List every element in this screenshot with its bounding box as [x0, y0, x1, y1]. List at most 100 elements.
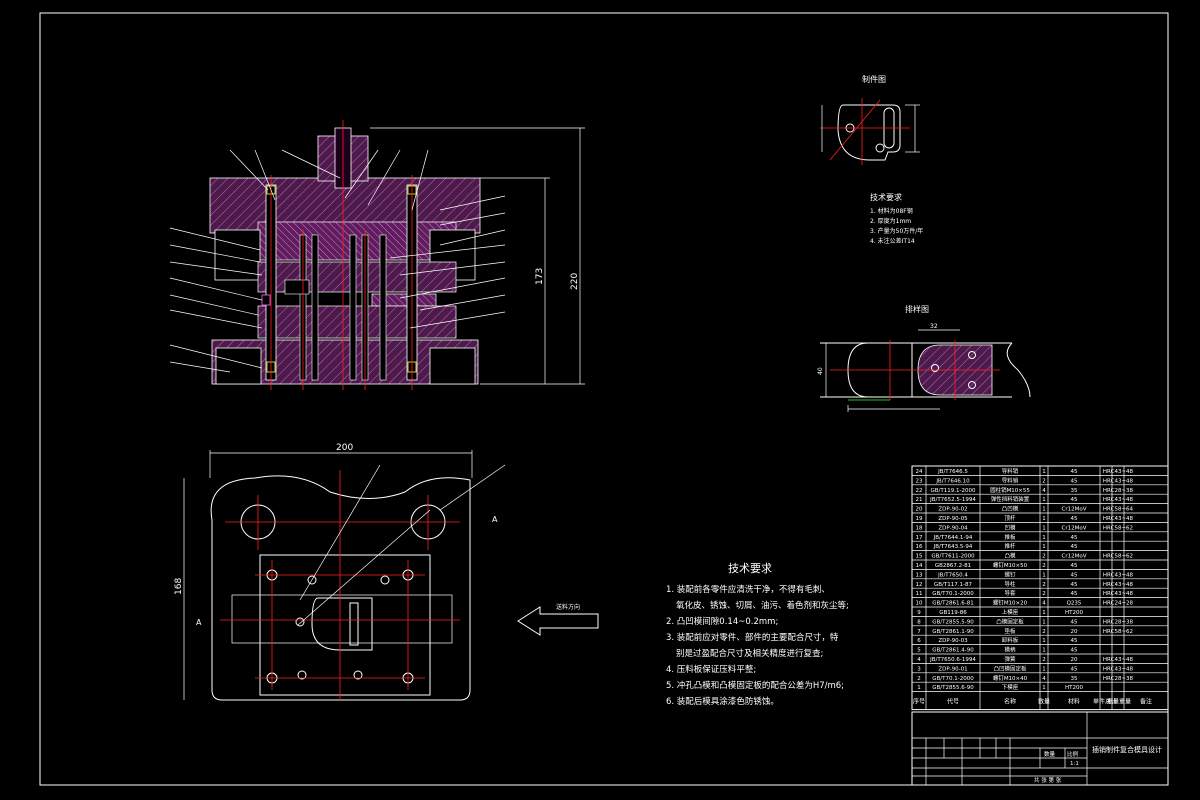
bom-cell: GB2867.2-81 [935, 563, 971, 569]
bom-cell: GB/T2855.6-90 [932, 685, 974, 691]
bom-cell: ZDP-90-03 [938, 638, 968, 644]
small-tech-item: 4. 未注公差IT14 [870, 237, 915, 245]
bom-cell: 4 [1042, 601, 1046, 607]
bom-cell: 45 [1071, 619, 1078, 625]
bom-cell: 2 [917, 676, 921, 682]
bom-cell: HRC28~38 [1103, 619, 1134, 625]
bom-cell: GB/T2861.1-90 [932, 629, 974, 635]
bom-cell: 1 [1042, 572, 1046, 578]
bom-cell: 45 [1071, 638, 1078, 644]
small-tech-item: 3. 产量为50万件/年 [870, 227, 923, 235]
bom-cell: GB/T2855.5-90 [932, 619, 974, 625]
bom-cell: 1 [1042, 469, 1046, 475]
bom-cell: GB119-86 [939, 610, 967, 616]
bom-cell: 1 [1042, 619, 1046, 625]
bom-cell: 顶杆 [1004, 514, 1016, 522]
bom-cell: 1 [1042, 648, 1046, 654]
bom-cell: 17 [916, 535, 923, 541]
bom-cell: 1 [1042, 666, 1046, 672]
bom-header-cell: 代号 [947, 698, 959, 706]
bom-cell: 10 [916, 601, 923, 607]
svg-text:A: A [492, 515, 498, 524]
workpiece-title: 制件图 [862, 74, 886, 84]
bom-cell: 螺钉M10×50 [993, 561, 1028, 569]
bom-cell: 凸凹模 [1002, 505, 1019, 513]
workpiece-drawing: 制件图 [820, 74, 920, 165]
bom-cell: 4 [1042, 488, 1046, 494]
bom-cell: Cr12MoV [1062, 507, 1087, 513]
bom-cell: 模柄 [1004, 646, 1016, 654]
bom-cell: 18 [916, 525, 923, 531]
bom-cell: 弹性挡料销装置 [991, 495, 1030, 503]
layout-title: 排样图 [905, 304, 929, 314]
bom-cell: 推杆 [1004, 542, 1016, 550]
tech-item: 2. 凸凹模间隙0.14~0.2mm; [666, 616, 778, 627]
die-plan-view: 200 168 A A [174, 443, 506, 701]
bom-cell: 凸凹模固定板 [993, 664, 1027, 672]
bom-cell: JB/T7646.5 [937, 469, 968, 475]
bom-cell: 45 [1071, 666, 1078, 672]
bom-cell: 45 [1071, 535, 1078, 541]
bom-cell: 13 [916, 572, 923, 578]
tech-item: 1. 装配前各零件应清洗干净，不得有毛刺、 [666, 584, 830, 595]
bom-cell: 23 [916, 478, 923, 484]
dim-closed-height: 173 [535, 268, 545, 285]
bom-cell: 5 [917, 648, 921, 654]
bom-cell: 45 [1071, 544, 1078, 550]
bom-cell: 弹簧 [1004, 655, 1016, 663]
bom-cell: 2 [1042, 591, 1046, 597]
bom-cell: 2 [1042, 629, 1046, 635]
bom-cell: 3 [917, 666, 921, 672]
bom-cell: Cr12MoV [1062, 525, 1087, 531]
tech-title: 技术要求 [728, 562, 772, 575]
bom-cell: HRC43~48 [1103, 666, 1134, 672]
bom-cell: 螺钉M10×20 [993, 599, 1028, 607]
tech-requirements: 技术要求 1. 装配前各零件应清洗干净，不得有毛刺、 氧化皮、锈蚀、切屑、油污、… [666, 562, 849, 707]
design-title: 插销制件复合模具设计 [1092, 745, 1162, 754]
bom-cell: HRC58~64 [1103, 507, 1134, 513]
bom-cell: GB/T2861.4-90 [932, 648, 974, 654]
bom-cell: JB/T7650.4 [937, 572, 968, 578]
bom-header-cell: 备注 [1140, 698, 1152, 706]
bom-header-cell: 材料 [1068, 698, 1080, 706]
bom-cell: JB/T7644.1-94 [933, 535, 973, 541]
bom-cell: 螺钉M10×40 [993, 674, 1028, 682]
bom-cell: ZDP-90-02 [938, 507, 967, 513]
bom-cell: 45 [1071, 478, 1078, 484]
bom-cell: HRC43~48 [1103, 469, 1134, 475]
bom-cell: HRC43~48 [1103, 516, 1134, 522]
bom-cell: 9 [917, 610, 921, 616]
bom-cell: 45 [1071, 563, 1078, 569]
small-tech-title: 技术要求 [870, 192, 902, 202]
bom-cell: 1 [1042, 497, 1046, 503]
qty-label: 数量 [1044, 750, 1056, 758]
bom-cell: HRC43~48 [1103, 591, 1134, 597]
drawing-sheet: 173 220 200 168 A A 送料方向 制件图 技术要求 1. 材料为… [39, 12, 1169, 786]
bom-header-cell: 数量 [1038, 698, 1050, 706]
bom-cell: Cr12MoV [1062, 554, 1087, 560]
bom-cell: 1 [1042, 516, 1046, 522]
bill-of-materials: 24 JB/T7646.5 导料销 1 45 HRC43~4823 JB/T7646.10 导… [911, 465, 1169, 711]
bom-cell: GB/T70.1-2000 [932, 591, 974, 597]
bom-cell: Q235 [1067, 601, 1082, 607]
bom-cell: HT200 [1065, 610, 1083, 616]
bom-cell: 45 [1071, 516, 1078, 522]
bom-cell: 推板 [1004, 533, 1016, 541]
bom-cell: 8 [917, 619, 921, 625]
bom-cell: 20 [1071, 657, 1078, 663]
bom-cell: 45 [1071, 582, 1078, 588]
bom-cell: 下模座 [1002, 683, 1019, 691]
bom-cell: 16 [916, 544, 923, 550]
bom-cell: 45 [1071, 572, 1078, 578]
tech-item: 5. 冲孔凸模和凸模固定板的配合公差为H7/m6; [666, 680, 844, 691]
bom-cell: 螺钉 [1004, 570, 1016, 578]
bom-cell: 21 [916, 497, 923, 503]
scale-value: 1:1 [1070, 761, 1079, 767]
bom-cell: ZDP-90-01 [938, 666, 967, 672]
scale-label: 比例 [1067, 750, 1079, 758]
tech-item: 氧化皮、锈蚀、切屑、油污、着色剂和灰尘等; [676, 600, 849, 611]
dim-overall-height: 220 [570, 273, 580, 290]
bom-cell: 35 [1071, 488, 1078, 494]
bom-cell: 7 [917, 629, 921, 635]
bom-cell: ZDP-90-05 [938, 516, 968, 522]
